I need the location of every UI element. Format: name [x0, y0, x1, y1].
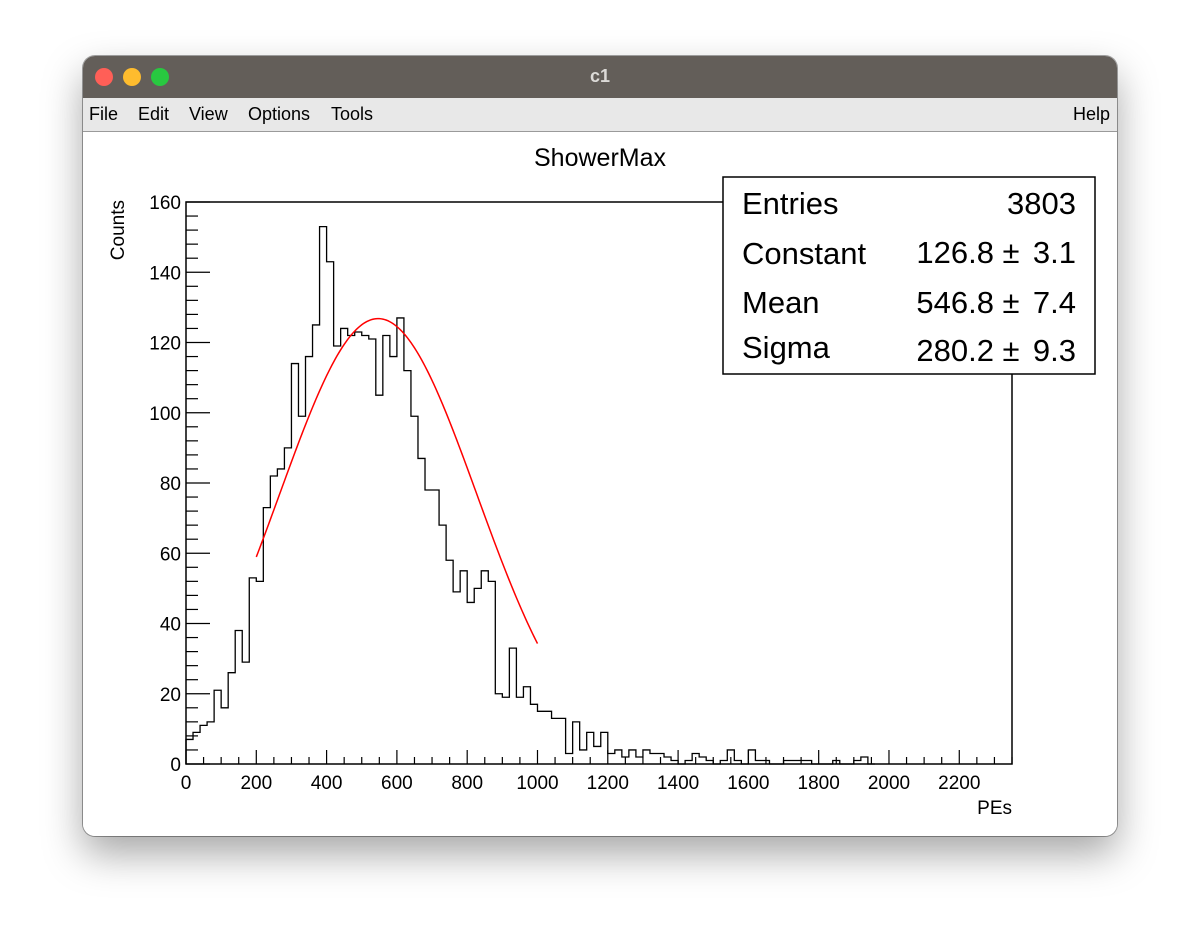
- y-tick-label: 80: [160, 474, 181, 495]
- histogram-chart: ShowerMax 0 200 400 600 800 1000 1200 1400 1600 1…: [108, 144, 1096, 819]
- y-tick-label: 160: [149, 193, 181, 214]
- stats-mean-value: 546.8: [916, 285, 994, 320]
- stats-entries-label: Entries: [742, 186, 838, 221]
- menu-bar: File Edit View Options Tools Help: [83, 98, 1117, 132]
- x-axis-label: PEs: [977, 798, 1012, 819]
- y-tick-label: 140: [149, 263, 181, 284]
- menu-view[interactable]: View: [189, 104, 228, 125]
- y-tick-label: 60: [160, 544, 181, 565]
- x-tick-label: 1400: [657, 773, 699, 794]
- y-axis-label: Counts: [108, 200, 129, 260]
- stats-sigma-label: Sigma: [742, 330, 831, 365]
- title-bar[interactable]: c1: [83, 56, 1117, 98]
- y-tick-label: 40: [160, 615, 181, 636]
- stats-mean-pm: ±: [1002, 285, 1019, 320]
- stats-constant-label: Constant: [742, 236, 866, 271]
- x-tick-label: 1600: [727, 773, 769, 794]
- menu-options[interactable]: Options: [248, 104, 310, 125]
- y-tick-label: 120: [149, 334, 181, 355]
- x-tick-label: 2200: [938, 773, 980, 794]
- x-tick-label: 200: [240, 773, 272, 794]
- window-title: c1: [589, 66, 611, 86]
- y-axis: 0 20 40 60 80 100 120 140 160: [149, 193, 210, 776]
- stats-constant-value: 126.8: [916, 235, 994, 270]
- stats-constant-error: 3.1: [1033, 235, 1076, 270]
- x-tick-label: 1200: [587, 773, 629, 794]
- x-tick-label: 800: [451, 773, 483, 794]
- menu-help[interactable]: Help: [1073, 104, 1110, 125]
- plot-canvas[interactable]: ShowerMax 0 200 400 600 800 1000 1200 1400 1600 1…: [83, 132, 1117, 836]
- y-tick-label: 100: [149, 404, 181, 425]
- stats-constant-pm: ±: [1002, 235, 1019, 270]
- x-tick-label: 1000: [516, 773, 558, 794]
- stats-sigma-pm: ±: [1002, 333, 1019, 368]
- root-canvas-window: c1 File Edit View Options Tools Help Sho…: [83, 56, 1117, 836]
- x-tick-label: 400: [311, 773, 343, 794]
- menu-file[interactable]: File: [89, 104, 118, 125]
- y-tick-label: 0: [170, 755, 181, 776]
- x-axis: 0 200 400 600 800 1000 1200 1400 1600 1800 2000 220…: [181, 750, 1013, 794]
- x-tick-label: 1800: [798, 773, 840, 794]
- x-tick-label: 2000: [868, 773, 910, 794]
- y-tick-label: 20: [160, 685, 181, 706]
- stats-mean-label: Mean: [742, 285, 820, 320]
- x-tick-label: 0: [181, 773, 192, 794]
- stats-sigma-value: 280.2: [916, 333, 994, 368]
- x-tick-label: 600: [381, 773, 413, 794]
- menu-tools[interactable]: Tools: [331, 104, 373, 125]
- menu-edit[interactable]: Edit: [138, 104, 169, 125]
- chart-title: ShowerMax: [534, 144, 666, 172]
- stats-sigma-error: 9.3: [1033, 333, 1076, 368]
- stats-mean-error: 7.4: [1033, 285, 1076, 320]
- stats-box[interactable]: Entries 3803 Constant 126.8 ± 3.1 Mean 5…: [722, 176, 1096, 375]
- stats-entries-value: 3803: [1007, 186, 1076, 221]
